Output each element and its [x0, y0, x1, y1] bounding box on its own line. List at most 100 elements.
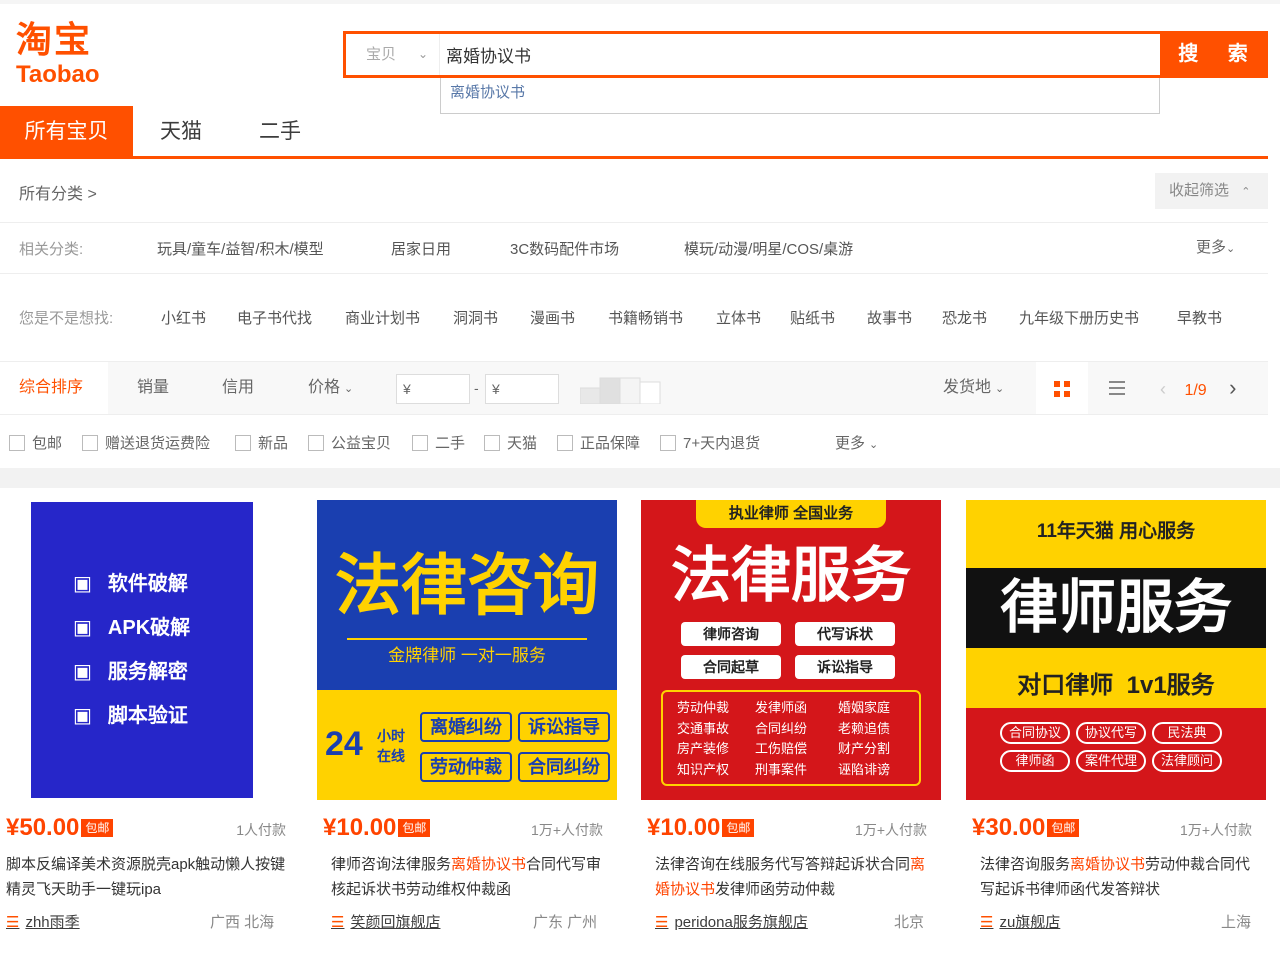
related-item[interactable]: 居家日用 [391, 238, 451, 259]
price-max-input[interactable]: ¥ [485, 374, 559, 404]
product-image[interactable]: 法律咨询 金牌律师 一对一服务 24 小时 在线 离婚纠纷 诉讼指导 劳动仲裁 … [317, 500, 617, 800]
grid-view-icon [1054, 381, 1070, 397]
shop-icon: ☰ [655, 914, 669, 931]
ship-from-filter[interactable]: 发货地 ⌄ [943, 362, 1004, 414]
checkbox[interactable] [82, 435, 98, 451]
related-label: 相关分类: [19, 241, 84, 258]
checkbox-label: 二手 [435, 435, 466, 452]
checkbox[interactable] [9, 435, 25, 451]
more-categories-button[interactable]: 更多⌄ [1196, 236, 1235, 257]
checkbox-label: 正品保障 [580, 435, 641, 452]
product-title[interactable]: 律师咨询法律服务离婚协议书合同代写审核起诉状书劳动维权仲裁函 [331, 852, 615, 902]
suggest-term[interactable]: 故事书 [867, 307, 912, 328]
filter-secondhand[interactable]: 二手 [412, 432, 465, 453]
product-price: ¥50.00 包邮 [6, 814, 114, 842]
image-tag: 诉讼指导 [518, 712, 610, 742]
tab-all[interactable]: 所有宝贝 [0, 106, 133, 158]
suggest-term[interactable]: 恐龙书 [942, 307, 987, 328]
suggestion-item[interactable]: 离婚协议书 [441, 78, 1159, 108]
price-min-input[interactable]: ¥ [396, 374, 470, 404]
sort-price[interactable]: 价格 ⌄ [308, 362, 353, 414]
next-page-icon[interactable]: › [1229, 375, 1236, 400]
title-text: 发律师函劳动仲裁 [715, 881, 836, 898]
service-item: 发律师函 [755, 700, 808, 715]
suggest-term[interactable]: 漫画书 [530, 307, 575, 328]
suggest-term[interactable]: 早教书 [1177, 307, 1222, 328]
tab-tmall[interactable]: 天猫 [133, 106, 229, 158]
checkbox[interactable] [660, 435, 676, 451]
filter-return-insurance[interactable]: 赠送退货运费险 [82, 432, 210, 453]
shop-link[interactable]: ☰ peridona服务旗舰店 [655, 911, 808, 932]
product-card[interactable]: 执业律师 全国业务 法律服务 律师咨询 代写诉状 合同起草 诉讼指导 劳动仲裁发… [641, 500, 941, 961]
product-title[interactable]: 法律咨询在线服务代写答辩起诉状合同离婚协议书发律师函劳动仲裁 [655, 852, 939, 902]
suggest-term[interactable]: 商业计划书 [345, 307, 420, 328]
suggest-term[interactable]: 书籍畅销书 [608, 307, 683, 328]
suggest-term[interactable]: 立体书 [716, 307, 761, 328]
price-value: ¥50.00 [6, 814, 80, 841]
related-item[interactable]: 玩具/童车/益智/积木/模型 [157, 238, 324, 259]
filter-free-shipping[interactable]: 包邮 [9, 432, 62, 453]
shop-link[interactable]: ☰ 笑颜回旗舰店 [331, 911, 440, 932]
product-card[interactable]: 法律咨询 金牌律师 一对一服务 24 小时 在线 离婚纠纷 诉讼指导 劳动仲裁 … [317, 500, 617, 961]
prev-page-icon[interactable]: ‹ [1160, 379, 1166, 399]
section-gap [0, 468, 1280, 488]
image-pill: 案件代理 [1076, 750, 1146, 772]
checkbox[interactable] [557, 435, 573, 451]
tab-secondhand[interactable]: 二手 [232, 106, 328, 158]
product-price: ¥30.00 包邮 [972, 814, 1080, 842]
price-range-distribution-icon[interactable] [579, 376, 662, 405]
service-item: 老赖追债 [838, 720, 891, 736]
image-line-text: APK破解 [107, 617, 191, 639]
filter-charity[interactable]: 公益宝贝 [308, 432, 391, 453]
suggest-term[interactable]: 电子书代找 [237, 307, 312, 328]
title-text: 脚本反编译美术资源脱壳apk触动懒人按键精灵飞天助手一键玩ipa [6, 856, 286, 898]
shop-name: 笑颜回旗舰店 [350, 914, 441, 931]
sort-default[interactable]: 综合排序 [0, 362, 108, 414]
sort-credit[interactable]: 信用 [222, 362, 254, 414]
image-tag: 劳动仲裁 [420, 752, 512, 782]
product-image[interactable]: ▣ 软件破解 ▣ APK破解 ▣ 服务解密 ▣ 脚本验证 [0, 500, 300, 800]
checkbox[interactable] [308, 435, 324, 451]
checkbox[interactable] [235, 435, 251, 451]
suggest-term[interactable]: 洞洞书 [453, 307, 498, 328]
sort-price-label: 价格 [308, 379, 341, 396]
logo-cn-text: 淘宝 [16, 20, 93, 61]
shop-name: zhh雨季 [25, 914, 80, 931]
product-card[interactable]: 11年天猫 用心服务 律师服务 对口律师 1v1服务 合同协议 协议代写 民法典… [966, 500, 1266, 961]
search-category-select[interactable]: 宝贝 ⌄ [346, 34, 440, 75]
shop-link[interactable]: ☰ zhh雨季 [6, 911, 80, 932]
product-title[interactable]: 法律咨询服务离婚协议书劳动仲裁合同代写起诉书律师函代发答辩状 [980, 852, 1264, 902]
collapse-filter-button[interactable]: 收起筛选 ⌃ [1155, 173, 1268, 209]
filter-more-button[interactable]: 更多 ⌄ [835, 432, 878, 453]
filter-genuine[interactable]: 正品保障 [557, 432, 640, 453]
suggest-term[interactable]: 贴纸书 [790, 307, 835, 328]
suggest-term[interactable]: 小红书 [161, 307, 206, 328]
related-item[interactable]: 模玩/动漫/明星/COS/桌游 [684, 238, 853, 259]
search-input[interactable] [446, 34, 1146, 75]
all-categories-link[interactable]: 所有分类 > [19, 180, 97, 204]
checkbox-label: 新品 [258, 435, 289, 452]
grid-view-button[interactable] [1036, 362, 1088, 414]
filter-7day-return[interactable]: 7+天内退货 [660, 432, 760, 453]
product-card[interactable]: ▣ 软件破解 ▣ APK破解 ▣ 服务解密 ▣ 脚本验证 ¥50.00 包邮 1人付款 脚… [0, 500, 300, 961]
sort-bar: 综合排序 销量 信用 价格 ⌄ ¥ - ¥ 发货地 ⌄ ‹ 1/9 › [0, 361, 1268, 415]
image-line-text: 服务解密 [107, 661, 188, 683]
filter-new[interactable]: 新品 [235, 432, 288, 453]
didyoumean-label: 您是不是想找: [19, 310, 114, 327]
list-view-button[interactable] [1091, 362, 1143, 414]
image-pill: 合同协议 [1000, 722, 1070, 744]
suggest-term[interactable]: 九年级下册历史书 [1019, 307, 1139, 328]
product-image[interactable]: 11年天猫 用心服务 律师服务 对口律师 1v1服务 合同协议 协议代写 民法典… [966, 500, 1266, 800]
divider [0, 273, 1268, 274]
search-button[interactable]: 搜 索 [1160, 31, 1268, 78]
image-hours-bottom: 在线 [377, 748, 405, 764]
product-image[interactable]: 执业律师 全国业务 法律服务 律师咨询 代写诉状 合同起草 诉讼指导 劳动仲裁 发… [641, 500, 941, 800]
related-item[interactable]: 3C数码配件市场 [510, 238, 619, 259]
product-title[interactable]: 脚本反编译美术资源脱壳apk触动懒人按键精灵飞天助手一键玩ipa [6, 852, 290, 902]
taobao-logo[interactable]: 淘宝 Taobao [16, 22, 116, 92]
filter-tmall[interactable]: 天猫 [484, 432, 537, 453]
checkbox[interactable] [484, 435, 500, 451]
shop-link[interactable]: ☰ zu旗舰店 [980, 911, 1060, 932]
checkbox[interactable] [412, 435, 428, 451]
sort-sales[interactable]: 销量 [137, 362, 169, 414]
